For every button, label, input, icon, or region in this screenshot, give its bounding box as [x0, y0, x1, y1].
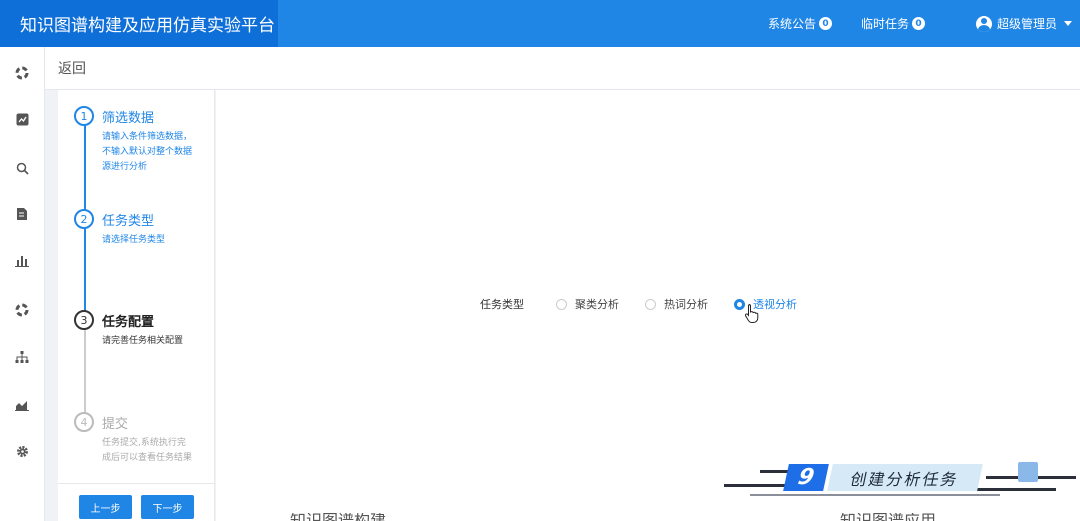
task-type-label: 任务类型: [480, 298, 524, 311]
step-description: 请选择任务类型: [102, 235, 166, 245]
step-number: 4: [74, 412, 94, 432]
chevron-down-icon: [1064, 21, 1073, 26]
step-number: 2: [74, 209, 94, 229]
chart-icon[interactable]: [14, 111, 30, 127]
step-title: 筛选数据: [102, 111, 155, 126]
sidebar: [0, 47, 45, 521]
step-description: 任务提交,系统执行完成后可以查看任务结果: [102, 438, 193, 463]
bottom-subtitle-left: 知识图谱构建: [290, 513, 430, 521]
caption-text: 创建分析任务: [827, 464, 983, 491]
radio-cluster-analysis[interactable]: 聚类分析: [556, 296, 619, 312]
search-icon[interactable]: [14, 160, 30, 176]
bottom-subtitle-right: 知识图谱应用: [840, 513, 980, 521]
gear-icon[interactable]: [14, 443, 30, 459]
steps-progress-line: [84, 120, 86, 430]
system-announcement-link[interactable]: 系统公告 0: [768, 0, 833, 47]
step-description: 请输入条件筛选数据，不输入默认对整个数据源进行分析: [102, 132, 193, 172]
step-title: 任务类型: [102, 214, 155, 229]
step-buttons: 上一步 下一步: [58, 483, 215, 521]
dashboard-icon[interactable]: [14, 302, 30, 318]
app-title: 知识图谱构建及应用仿真实验平台: [0, 0, 278, 47]
dashboard-icon[interactable]: [14, 65, 30, 81]
announcement-label: 系统公告: [768, 17, 817, 31]
user-name: 超级管理员: [997, 17, 1058, 31]
temp-task-link[interactable]: 临时任务 0: [861, 0, 926, 47]
caption-stripe: [750, 494, 1000, 496]
step-description: 请完善任务相关配置: [102, 336, 184, 346]
app-title-text: 知识图谱构建及应用仿真实验平台: [20, 16, 275, 36]
back-bar: 返回: [45, 47, 1080, 90]
top-header: 知识图谱构建及应用仿真实验平台 系统公告 0 临时任务 0 超级管理员: [0, 0, 1080, 47]
step-title: 任务配置: [102, 315, 155, 330]
radio-circle[interactable]: [556, 298, 567, 310]
settings-square-icon: [1018, 462, 1038, 482]
task-type-row: 任务类型 聚类分析 热词分析 透视分析: [480, 294, 823, 314]
caption-overlay: 9 创建分析任务: [724, 458, 1080, 498]
temp-task-count-badge: 0: [912, 17, 926, 30]
radio-label: 聚类分析: [575, 298, 619, 311]
hierarchy-icon[interactable]: [14, 349, 30, 365]
radio-hotword-analysis[interactable]: 热词分析: [645, 296, 708, 312]
step-title: 提交: [102, 417, 129, 432]
back-link[interactable]: 返回: [58, 58, 86, 78]
next-step-button[interactable]: 下一步: [141, 495, 194, 519]
main-content: 任务类型 聚类分析 热词分析 透视分析: [216, 90, 1080, 521]
document-icon[interactable]: [14, 206, 30, 222]
user-avatar-icon: [976, 15, 992, 32]
bar-chart-icon[interactable]: [14, 253, 30, 269]
hand-cursor-icon: [744, 304, 759, 323]
user-menu[interactable]: 超级管理员: [976, 0, 1073, 47]
step-number: 1: [74, 106, 94, 126]
radio-label: 热词分析: [664, 298, 708, 311]
trend-icon[interactable]: [14, 396, 30, 412]
radio-circle[interactable]: [645, 298, 656, 310]
announcement-count-badge: 0: [819, 17, 833, 30]
caption-number: 9: [783, 464, 829, 491]
step-number: 3: [74, 310, 94, 330]
temp-task-label: 临时任务: [861, 17, 910, 31]
prev-step-button[interactable]: 上一步: [79, 495, 132, 519]
steps-panel: 1 筛选数据 请输入条件筛选数据，不输入默认对整个数据源进行分析 2 任务类型 …: [58, 90, 215, 521]
